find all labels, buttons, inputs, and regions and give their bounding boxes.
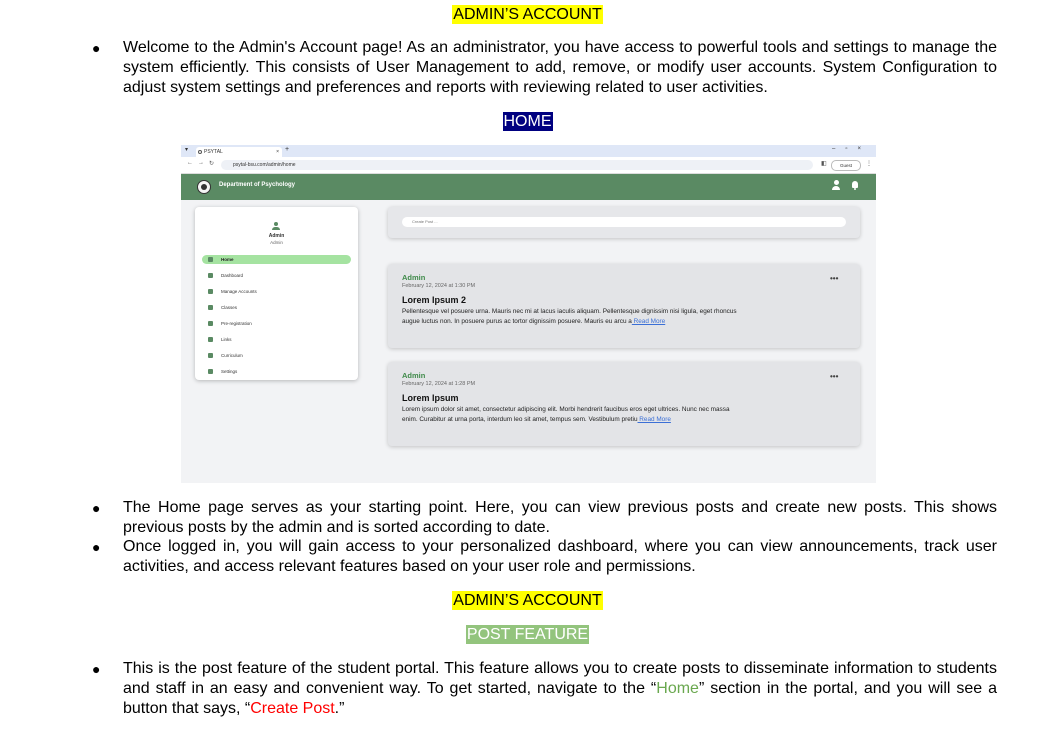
sidebar-item-settings[interactable]: Settings: [202, 367, 351, 383]
admin-account-heading: ADMIN’S ACCOUNT: [0, 5, 1055, 24]
home-description-bullet: ● The Home page serves as your starting …: [92, 498, 997, 538]
post-title: Lorem Ipsum 2: [402, 295, 467, 305]
home-icon: [208, 257, 213, 262]
sidebar-item-manage-accounts[interactable]: Manage Accounts: [202, 287, 351, 303]
heading-text: ADMIN’S ACCOUNT: [452, 5, 603, 24]
bullet-dot: ●: [92, 539, 101, 555]
create-post-input[interactable]: Create Post ...: [402, 217, 846, 227]
address-bar: ← → ↻ psytal-bsu.com/admin/home ◧ Guest …: [181, 157, 876, 174]
graduation-cap-icon: [208, 353, 213, 358]
post-date: February 12, 2024 at 1:30 PM: [402, 283, 476, 289]
post-date: February 12, 2024 at 1:28 PM: [402, 381, 476, 387]
browser-tab-bar: ▾ PSYTAL × + –▫×: [181, 145, 876, 157]
post-author: Admin: [402, 371, 426, 380]
link-icon: [208, 337, 213, 342]
users-icon: [208, 289, 213, 294]
url-field[interactable]: psytal-bsu.com/admin/home: [221, 160, 813, 170]
post-feature-heading: POST FEATURE: [0, 625, 1055, 644]
bell-icon[interactable]: [851, 181, 859, 190]
back-icon[interactable]: ←: [187, 160, 193, 166]
admin-account-heading-2: ADMIN’S ACCOUNT: [0, 591, 1055, 610]
department-logo: [197, 180, 211, 194]
close-tab-icon[interactable]: ×: [276, 147, 279, 157]
new-tab-icon[interactable]: +: [285, 146, 289, 153]
post-author: Admin: [402, 273, 426, 282]
post-body: Pellentesque vel posuere urna. Mauris ne…: [402, 307, 742, 327]
read-more-link[interactable]: Read More: [638, 416, 671, 423]
sidebar-item-home[interactable]: Home: [202, 255, 351, 271]
browser-tab[interactable]: PSYTAL ×: [196, 147, 282, 157]
tab-title: PSYTAL: [204, 149, 223, 155]
globe-icon: [198, 150, 202, 154]
sidebar-item-dashboard[interactable]: Dashboard: [202, 271, 351, 287]
window-controls[interactable]: –▫×: [832, 146, 871, 152]
guest-profile-button[interactable]: Guest: [831, 160, 861, 171]
more-icon[interactable]: ⋮: [866, 160, 872, 167]
app-header: Department of Psychology: [181, 174, 876, 200]
create-post-word: Create Post: [250, 700, 335, 717]
tab-list-icon[interactable]: ▾: [185, 146, 188, 153]
home-page-screenshot: ▾ PSYTAL × + –▫× ← → ↻ psytal-bsu.com/ad…: [181, 145, 876, 483]
post-menu-icon[interactable]: •••: [830, 275, 838, 283]
post-body: Lorem ipsum dolor sit amet, consectetur …: [402, 405, 742, 425]
sidebar-user-name: Admin: [268, 233, 285, 239]
sidebar-item-links[interactable]: Links: [202, 335, 351, 351]
sidebar: Admin Admin Home Dashboard Manage Accoun…: [195, 207, 358, 380]
sidebar-item-pre-registration[interactable]: Pre-registration: [202, 319, 351, 335]
department-name: Department of Psychology: [219, 182, 296, 188]
home-label: HOME: [502, 112, 553, 131]
sidebar-menu: Home Dashboard Manage Accounts Classes P…: [202, 255, 351, 383]
post-feature-text: This is the post feature of the student …: [123, 659, 997, 719]
post-card: Admin February 12, 2024 at 1:28 PM ••• L…: [388, 362, 860, 446]
post-card: Admin February 12, 2024 at 1:30 PM ••• L…: [388, 264, 860, 348]
bullet-dot: ●: [92, 40, 101, 56]
post-title: Lorem Ipsum: [402, 393, 459, 403]
gear-icon: [208, 369, 213, 374]
text-part: .”: [334, 700, 345, 717]
dashboard-icon: [208, 273, 213, 278]
intro-bullet: ● Welcome to the Admin's Account page! A…: [92, 38, 997, 98]
post-menu-icon[interactable]: •••: [830, 373, 838, 381]
sidebar-icon[interactable]: ◧: [821, 160, 827, 167]
intro-text: Welcome to the Admin's Account page! As …: [123, 39, 997, 96]
bullet-dot: ●: [92, 500, 101, 516]
post-feature-label: POST FEATURE: [465, 625, 590, 644]
user-icon[interactable]: [831, 180, 841, 192]
sidebar-item-classes[interactable]: Classes: [202, 303, 351, 319]
file-icon: [208, 321, 213, 326]
home-description-text: The Home page serves as your starting po…: [123, 499, 997, 536]
sidebar-item-curriculum[interactable]: Curriculum: [202, 351, 351, 367]
sidebar-user-role: Admin: [270, 240, 283, 245]
home-word: Home: [656, 680, 699, 697]
create-post-card: Create Post ...: [388, 207, 860, 238]
post-feature-bullet: ● This is the post feature of the studen…: [92, 659, 997, 721]
home-heading: HOME: [0, 112, 1055, 131]
read-more-link[interactable]: Read More: [632, 318, 666, 325]
dashboard-text: Once logged in, you will gain access to …: [123, 538, 997, 575]
reload-icon[interactable]: ↻: [209, 160, 214, 167]
heading-text: ADMIN’S ACCOUNT: [452, 591, 603, 610]
avatar-icon: [272, 222, 280, 230]
post-body-text: Pellentesque vel posuere urna. Mauris ne…: [402, 308, 737, 325]
bullet-dot: ●: [92, 661, 101, 677]
dashboard-bullet: ● Once logged in, you will gain access t…: [92, 537, 997, 577]
post-body-text: Lorem ipsum dolor sit amet, consectetur …: [402, 406, 730, 423]
book-icon: [208, 305, 213, 310]
forward-icon[interactable]: →: [198, 160, 204, 166]
